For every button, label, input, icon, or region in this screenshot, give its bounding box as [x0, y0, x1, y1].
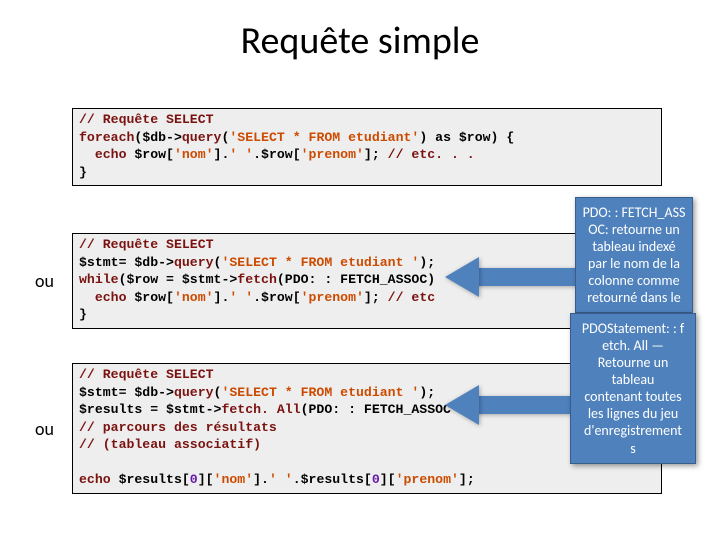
callout2-line: PDOStatement: : f	[582, 320, 684, 337]
code-1: // Requête SELECT foreach($db->query('SE…	[79, 111, 655, 181]
callout2-line: Retourne un	[598, 354, 669, 371]
callout2-line: les lignes du jeu	[588, 405, 678, 422]
callout1-arrow-stem	[475, 268, 580, 286]
callout1-line: OC: retourne un	[588, 221, 680, 238]
slide: Requête simple // Requête SELECT foreach…	[0, 18, 720, 540]
callout2-line: etch. All —	[602, 337, 664, 354]
callout2-line: d'enregistrement	[584, 422, 682, 439]
slide-title: Requête simple	[0, 18, 720, 64]
callout-fetch-assoc: PDO: : FETCH_ASS OC: retourne un tableau…	[575, 197, 693, 313]
code-3: // Requête SELECT $stmt= $db->query('SEL…	[79, 366, 655, 489]
callout2-line: s	[630, 440, 635, 457]
callout-fetchall: PDOStatement: : f etch. All — Retourne u…	[570, 313, 696, 464]
callout2-line: contenant toutes	[584, 388, 681, 405]
callout2-arrow-head	[445, 385, 479, 425]
callout1-line: par le nom de la	[588, 255, 680, 272]
callout1-line: PDO: : FETCH_ASS	[583, 204, 686, 221]
callout2-line: tableau	[612, 371, 655, 388]
callout1-line: tableau indexé	[592, 238, 675, 255]
callout1-line: colonne comme	[588, 272, 679, 289]
code-block-1: // Requête SELECT foreach($db->query('SE…	[72, 108, 662, 186]
callout2-arrow-stem	[475, 396, 575, 414]
callout1-line: retourné dans le	[587, 289, 680, 306]
ou-label-2: ou	[35, 418, 54, 440]
callout1-arrow-head	[445, 257, 479, 297]
ou-label-1: ou	[35, 270, 54, 292]
